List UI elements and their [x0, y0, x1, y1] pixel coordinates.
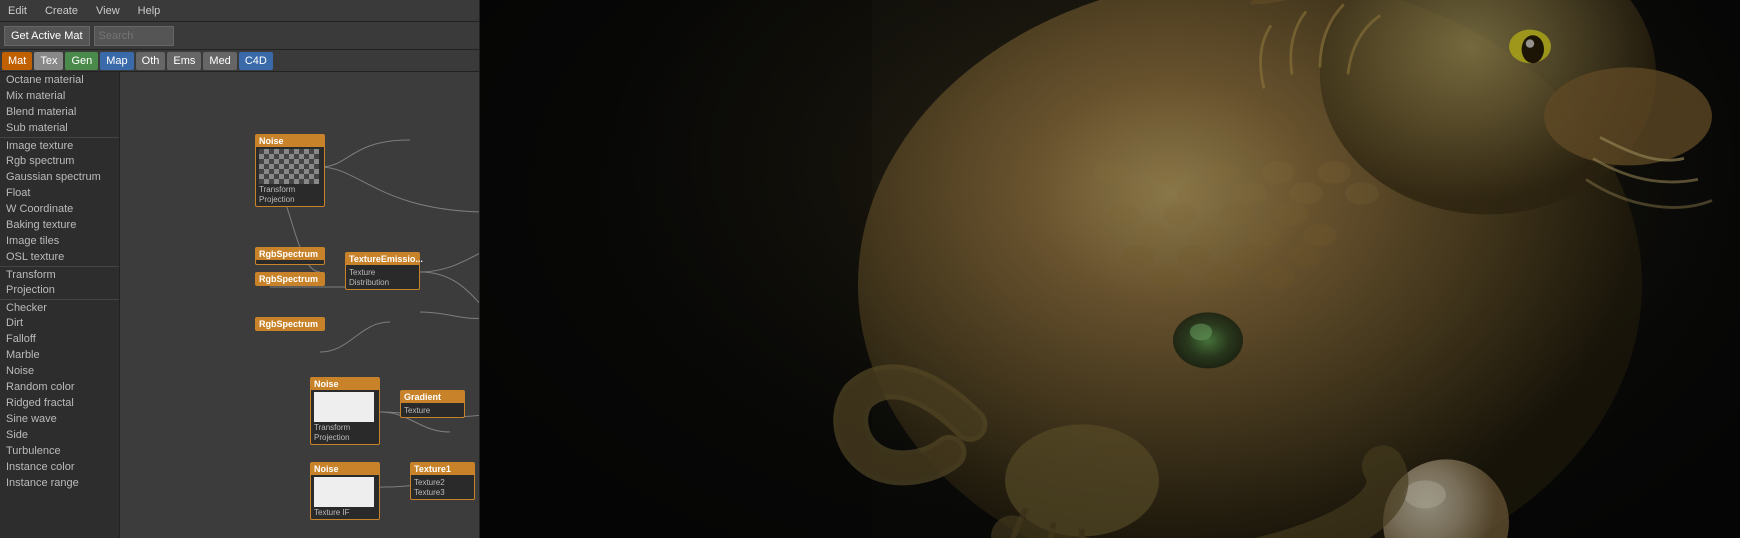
tab-tex[interactable]: Tex	[34, 52, 63, 70]
node-texture-emission[interactable]: TextureEmissio... Texture Distribution	[345, 252, 420, 290]
menu-bar: Edit Create View Help	[0, 0, 479, 22]
sidebar-item-falloff[interactable]: Falloff	[0, 331, 119, 347]
tab-map[interactable]: Map	[100, 52, 133, 70]
sidebar-item-dirt[interactable]: Dirt	[0, 315, 119, 331]
sidebar-item-transform[interactable]: Transform	[0, 266, 119, 282]
tab-med[interactable]: Med	[203, 52, 236, 70]
dragon-svg	[480, 0, 1740, 538]
sidebar-item-side[interactable]: Side	[0, 427, 119, 443]
node-rgb-spectrum-1[interactable]: RgbSpectrum	[255, 247, 325, 265]
sidebar-item-ridged-fractal[interactable]: Ridged fractal	[0, 395, 119, 411]
sidebar-item-gaussian-spectrum[interactable]: Gaussian spectrum	[0, 169, 119, 185]
sidebar-item-baking-texture[interactable]: Baking texture	[0, 217, 119, 233]
node-noise-top[interactable]: Noise Transform Projection	[255, 134, 325, 207]
sidebar-item-sine-wave[interactable]: Sine wave	[0, 411, 119, 427]
node-rgb-spectrum-3[interactable]: RgbSpectrum	[255, 317, 325, 331]
left-content: Octane material Mix material Blend mater…	[0, 72, 479, 538]
node-graph[interactable]: Noise Transform Projection FalloffTextu.…	[120, 72, 479, 538]
sidebar-item-instance-range[interactable]: Instance range	[0, 475, 119, 491]
sidebar-item-checker[interactable]: Checker	[0, 299, 119, 315]
menu-edit[interactable]: Edit	[4, 5, 31, 17]
node-gradient-mid-left[interactable]: Gradient Texture	[400, 390, 465, 418]
sidebar-item-w-coordinate[interactable]: W Coordinate	[0, 201, 119, 217]
right-panel	[480, 0, 1740, 538]
menu-help[interactable]: Help	[134, 5, 165, 17]
search-input[interactable]	[94, 26, 174, 46]
tab-gen[interactable]: Gen	[65, 52, 98, 70]
sidebar-item-random-color[interactable]: Random color	[0, 379, 119, 395]
tab-oth[interactable]: Oth	[136, 52, 166, 70]
node-noise-middle[interactable]: Noise Transform Projection	[310, 377, 380, 445]
menu-create[interactable]: Create	[41, 5, 82, 17]
sidebar-item-float[interactable]: Float	[0, 185, 119, 201]
sidebar-item-sub-material[interactable]: Sub material	[0, 120, 119, 136]
sidebar-item-noise[interactable]: Noise	[0, 363, 119, 379]
menu-view[interactable]: View	[92, 5, 124, 17]
node-texture1-bottom[interactable]: Texture1 Texture2 Texture3	[410, 462, 475, 500]
sidebar-item-instance-color[interactable]: Instance color	[0, 459, 119, 475]
sidebar-item-mix-material[interactable]: Mix material	[0, 88, 119, 104]
sidebar-item-blend-material[interactable]: Blend material	[0, 104, 119, 120]
sidebar-list[interactable]: Octane material Mix material Blend mater…	[0, 72, 120, 538]
left-panel: Edit Create View Help Get Active Mat Mat…	[0, 0, 480, 538]
tab-mat[interactable]: Mat	[2, 52, 32, 70]
sidebar-item-projection[interactable]: Projection	[0, 282, 119, 298]
tab-c4d[interactable]: C4D	[239, 52, 273, 70]
sidebar-item-turbulence[interactable]: Turbulence	[0, 443, 119, 459]
node-noise-bottom[interactable]: Noise Texture IF	[310, 462, 380, 520]
toolbar: Get Active Mat	[0, 22, 479, 50]
dragon-render	[480, 0, 1740, 538]
get-active-mat-button[interactable]: Get Active Mat	[4, 26, 90, 46]
sidebar-item-image-texture[interactable]: Image texture	[0, 137, 119, 153]
tab-row: Mat Tex Gen Map Oth Ems Med C4D	[0, 50, 479, 72]
sidebar-item-rgb-spectrum[interactable]: Rgb spectrum	[0, 153, 119, 169]
tab-ems[interactable]: Ems	[167, 52, 201, 70]
sidebar-item-osl-texture[interactable]: OSL texture	[0, 249, 119, 265]
node-rgb-spectrum-2[interactable]: RgbSpectrum	[255, 272, 325, 286]
sidebar-item-image-tiles[interactable]: Image tiles	[0, 233, 119, 249]
sidebar-item-octane-material[interactable]: Octane material	[0, 72, 119, 88]
sidebar-item-marble[interactable]: Marble	[0, 347, 119, 363]
